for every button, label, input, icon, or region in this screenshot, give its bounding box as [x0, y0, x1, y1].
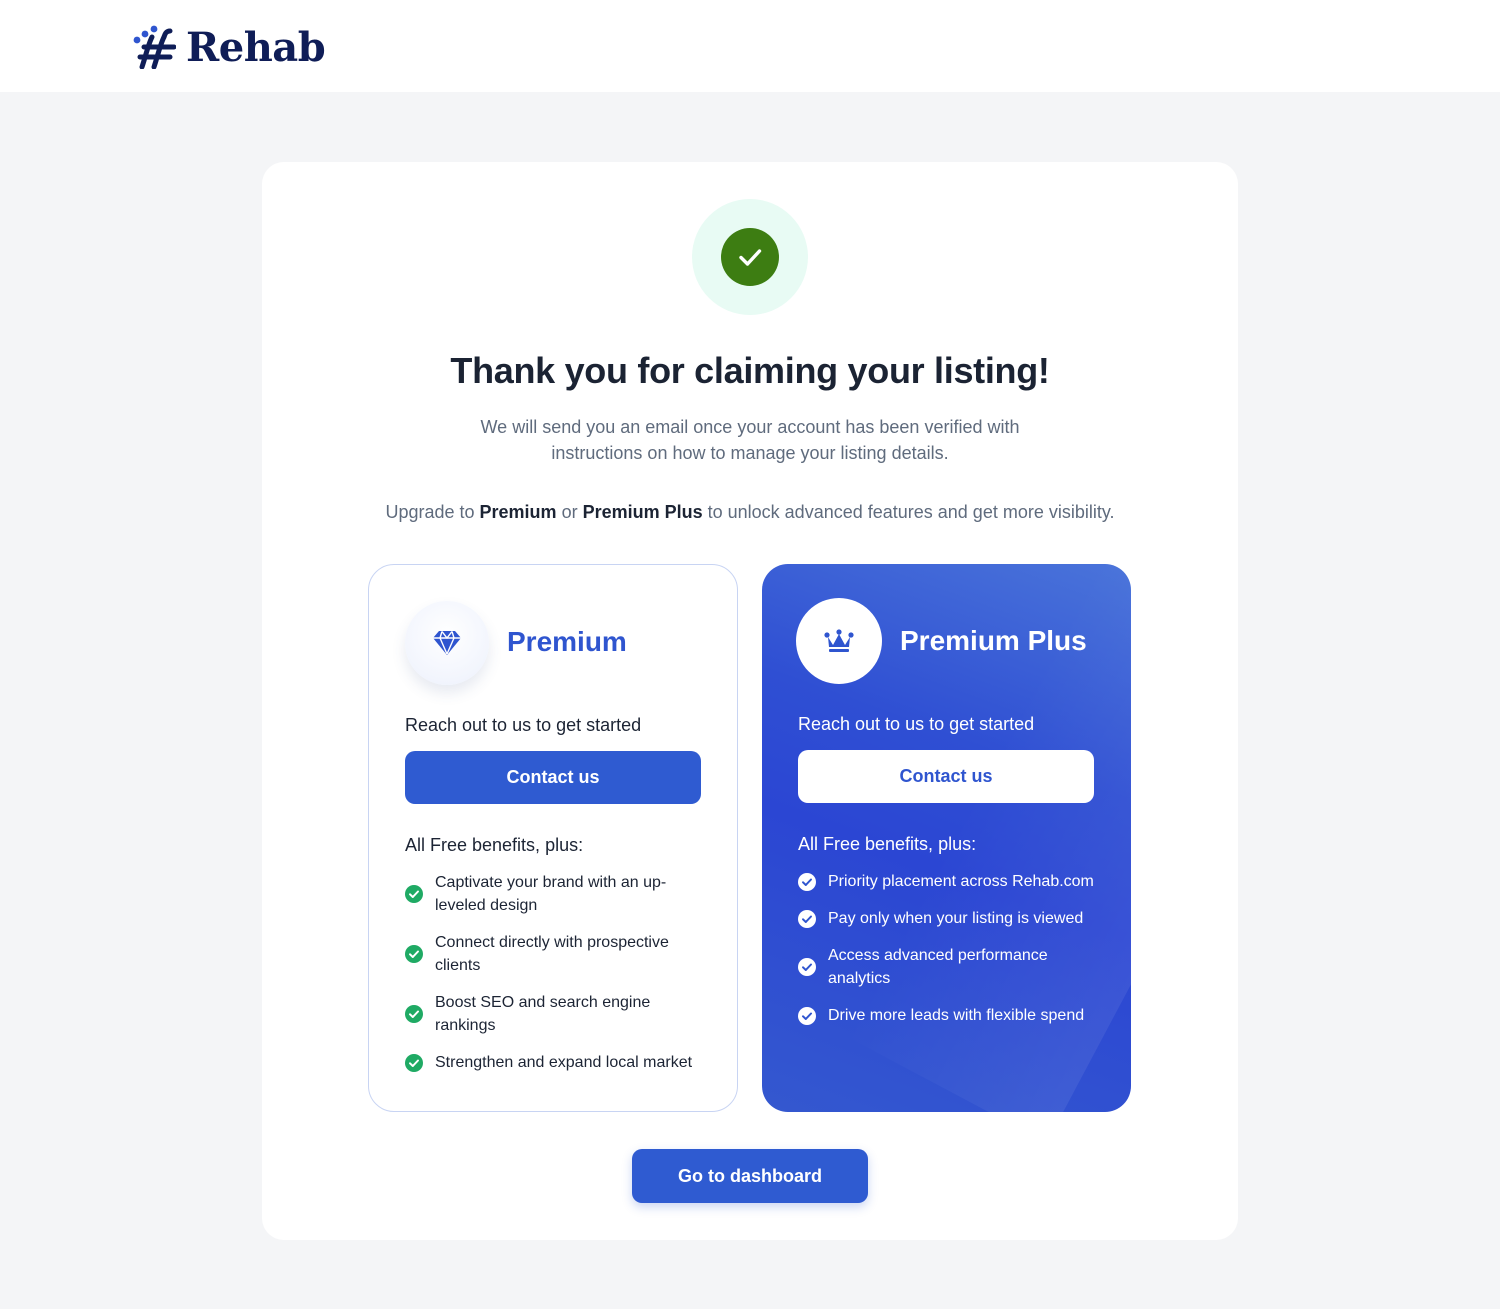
top-bar: Rehab [0, 0, 1500, 92]
benefit-text: Priority placement across Rehab.com [828, 873, 1094, 890]
benefit-item: Drive more leads with flexible spend [798, 1004, 1098, 1027]
premium-plus-contact-button[interactable]: Contact us [798, 750, 1094, 803]
premium-plus-plan-name: Premium Plus [900, 625, 1087, 656]
premium-benefits-list: Captivate your brand with an up-leveled … [405, 871, 705, 1088]
rehab-logo-icon [133, 25, 176, 69]
brand-logo[interactable]: Rehab [132, 23, 326, 71]
upgrade-tier-premium: Premium [479, 502, 557, 522]
premium-plus-benefits-title: All Free benefits, plus: [798, 834, 977, 854]
upgrade-tier-premium-plus: Premium Plus [582, 502, 703, 522]
crown-icon [824, 629, 854, 652]
check-circle-icon [405, 1005, 423, 1023]
premium-benefits-title: All Free benefits, plus: [405, 835, 584, 855]
success-check-circle [721, 228, 779, 286]
success-badge [692, 199, 808, 315]
benefit-text: Access advanced performance analytics [828, 947, 1048, 987]
benefit-text: Pay only when your listing is viewed [828, 910, 1084, 927]
premium-plus-plan-card: Premium Plus Reach out to us to get star… [762, 564, 1131, 1112]
premium-contact-button[interactable]: Contact us [405, 751, 701, 804]
benefit-text: Boost SEO and search engine rankings [435, 994, 651, 1034]
confirmation-panel: Thank you for claiming your listing! We … [262, 162, 1238, 1240]
benefit-text: Captivate your brand with an up-leveled … [435, 874, 667, 914]
checkmark-icon [739, 249, 762, 266]
benefit-text: Strengthen and expand local market [435, 1054, 693, 1071]
benefit-item: Captivate your brand with an up-leveled … [405, 871, 705, 917]
check-circle-icon [798, 909, 816, 928]
upgrade-suffix: to unlock advanced features and get more… [702, 502, 1115, 522]
brand-name: Rehab [186, 23, 326, 71]
premium-badge [405, 601, 489, 685]
premium-plan-card: Premium Reach out to us to get started C… [368, 564, 738, 1112]
page-subtitle: We will send you an email once your acco… [480, 417, 1020, 463]
benefit-item: Connect directly with prospective client… [405, 931, 705, 977]
check-circle-icon [798, 958, 816, 976]
benefit-item: Pay only when your listing is viewed [798, 907, 1098, 930]
benefit-item: Boost SEO and search engine rankings [405, 991, 705, 1037]
check-circle-icon [405, 885, 423, 903]
diamond-icon [433, 631, 461, 655]
check-circle-icon [798, 1006, 816, 1025]
benefit-text: Drive more leads with flexible spend [828, 1007, 1085, 1024]
premium-plan-name: Premium [507, 626, 627, 657]
go-to-dashboard-button[interactable]: Go to dashboard [632, 1149, 868, 1203]
premium-cta-text: Reach out to us to get started [405, 715, 642, 735]
check-circle-icon [405, 1053, 423, 1072]
benefit-item: Strengthen and expand local market [405, 1051, 705, 1074]
upgrade-middle: or [556, 502, 583, 522]
check-circle-icon [405, 945, 423, 963]
benefit-text: Connect directly with prospective client… [435, 934, 669, 974]
premium-plus-benefits-list: Priority placement across Rehab.com Pay … [798, 870, 1098, 1041]
page-title: Thank you for claiming your listing! [450, 350, 1050, 391]
benefit-item: Access advanced performance analytics [798, 944, 1098, 990]
benefit-item: Priority placement across Rehab.com [798, 870, 1098, 893]
upgrade-prefix: Upgrade to [385, 502, 480, 522]
premium-plus-cta-text: Reach out to us to get started [798, 714, 1035, 734]
check-circle-icon [798, 872, 816, 891]
upgrade-message: Upgrade to Premium or Premium Plus to un… [262, 502, 1238, 523]
premium-plus-badge [796, 598, 882, 684]
